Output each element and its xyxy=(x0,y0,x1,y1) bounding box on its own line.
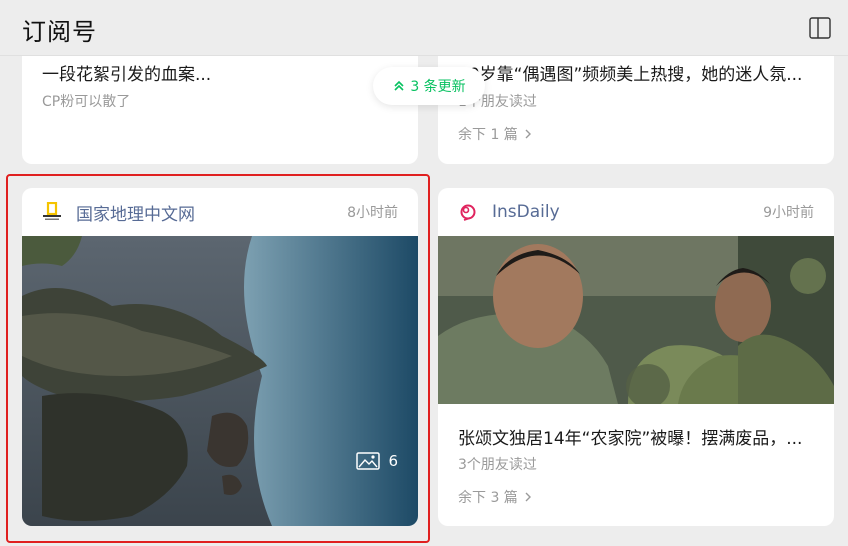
sidebar-panel-icon[interactable] xyxy=(808,16,832,40)
post-time: 8小时前 xyxy=(347,205,398,221)
image-gallery-icon xyxy=(356,452,381,470)
article-card[interactable]: 40岁靠“偶遇图”频频美上热搜，她的迷人氛... 1个朋友读过 余下 1 篇 xyxy=(438,40,834,164)
article-meta: CP粉可以散了 xyxy=(42,94,131,110)
page-title: 订阅号 xyxy=(22,18,97,46)
cover-image[interactable] xyxy=(438,236,834,404)
post-time: 9小时前 xyxy=(763,205,814,221)
insdaily-logo xyxy=(458,202,478,222)
more-articles-label: 余下 1 篇 xyxy=(458,127,518,143)
more-articles-link[interactable]: 余下 1 篇 xyxy=(458,124,534,144)
cover-image[interactable]: 6 xyxy=(22,236,418,526)
account-name[interactable]: InsDaily xyxy=(492,202,560,222)
chevron-right-icon xyxy=(525,492,531,502)
new-updates-button[interactable]: 3 条更新 xyxy=(373,67,485,105)
article-meta: 3个朋友读过 xyxy=(458,457,537,473)
article-title[interactable]: 一段花絮引发的血案... xyxy=(42,60,402,85)
account-card-insdaily[interactable]: InsDaily 9小时前 张颂文独居14年“农家院”被曝！摆满废品，... 3… xyxy=(438,188,834,526)
national-geographic-logo xyxy=(42,202,62,222)
image-count-badge: 6 xyxy=(356,452,398,470)
account-name[interactable]: 国家地理中文网 xyxy=(76,200,195,225)
new-updates-label: 3 条更新 xyxy=(410,79,466,95)
account-card-natgeo[interactable]: 国家地理中文网 8小时前 6 xyxy=(22,188,418,526)
article-title[interactable]: 40岁靠“偶遇图”频频美上热搜，她的迷人氛... xyxy=(458,60,818,85)
image-count: 6 xyxy=(388,452,398,470)
chevron-right-icon xyxy=(525,129,531,139)
article-card[interactable]: 一段花絮引发的血案... CP粉可以散了 xyxy=(22,40,418,164)
double-chevron-up-icon xyxy=(394,80,404,91)
article-title[interactable]: 张颂文独居14年“农家院”被曝！摆满废品，... xyxy=(458,424,818,449)
app-header: 订阅号 xyxy=(0,0,848,56)
more-articles-label: 余下 3 篇 xyxy=(458,490,518,506)
more-articles-link[interactable]: 余下 3 篇 xyxy=(458,487,534,507)
